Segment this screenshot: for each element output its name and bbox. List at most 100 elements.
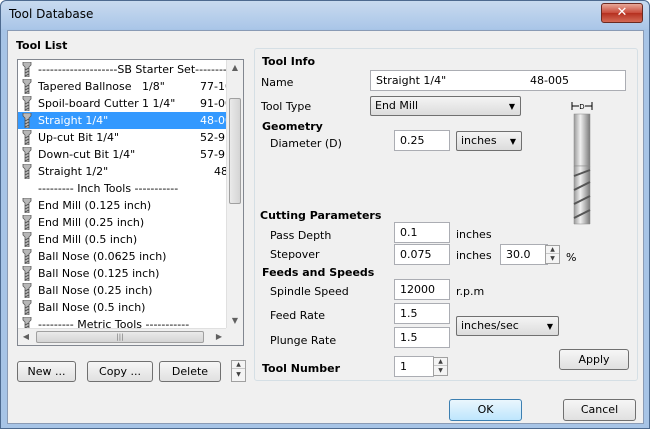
tool-icon	[22, 197, 32, 214]
tool-list-item-code: 52-91	[200, 131, 229, 144]
copy-tool-button[interactable]: Copy ...	[87, 361, 153, 382]
scroll-down-icon[interactable]: ▼	[227, 313, 243, 329]
tool-list-item-name: Up-cut Bit 1/4"	[38, 131, 120, 144]
tool-list-item[interactable]: Ball Nose (0.0625 inch)	[18, 248, 229, 265]
pass-depth-unit: inches	[456, 228, 492, 241]
tool-list-item[interactable]: Spoil-board Cutter 1 1/4" 91-00	[18, 95, 229, 112]
apply-button[interactable]: Apply	[559, 349, 629, 370]
scroll-left-icon[interactable]: ◀	[18, 329, 34, 345]
tool-number-input[interactable]: 1	[394, 356, 434, 377]
tool-list-item-code: 77-10	[200, 80, 229, 93]
tool-list-item-name: Spoil-board Cutter	[38, 97, 139, 110]
percent-sign: %	[566, 251, 577, 264]
tool-icon	[22, 248, 32, 265]
tool-list-item[interactable]: End Mill (0.5 inch)	[18, 231, 229, 248]
move-up-icon[interactable]: ▲	[232, 361, 245, 369]
stepover-input[interactable]: 0.075	[394, 244, 450, 265]
new-tool-button[interactable]: New ...	[17, 361, 76, 382]
tool-list-item-name: --------- Inch Tools -----------	[38, 182, 179, 195]
cutting-parameters-label: Cutting Parameters	[260, 209, 382, 222]
tool-icon	[22, 61, 32, 78]
cancel-button[interactable]: Cancel	[563, 399, 636, 421]
tool-list-item-name: Down-cut Bit 1/4"	[38, 148, 136, 161]
tool-list-item[interactable]: Straight 1/2" 48	[18, 163, 229, 180]
tool-list-item-name: End Mill (0.125 inch)	[38, 199, 152, 212]
close-button[interactable]: ✕	[601, 3, 643, 23]
tool-list-item-name: Tapered Ballnose	[38, 80, 132, 93]
vertical-scroll-thumb[interactable]	[229, 98, 241, 204]
reorder-spinner[interactable]: ▲ ▼	[231, 360, 246, 382]
diameter-dimension-label: D	[579, 103, 584, 111]
pass-depth-label: Pass Depth	[270, 229, 332, 242]
tool-type-value: End Mill	[375, 99, 419, 112]
tool-icon	[22, 163, 32, 180]
tool-icon	[22, 95, 32, 112]
tool-icon	[22, 129, 32, 146]
chevron-down-icon: ▼	[508, 102, 515, 111]
tool-list-item-name: End Mill (0.25 inch)	[38, 216, 145, 229]
tool-list-item-name: Straight 1/2"	[38, 165, 109, 178]
tool-list-item-size: 1/8"	[142, 80, 165, 93]
tool-list-item[interactable]: Ball Nose (0.25 inch)	[18, 282, 229, 299]
diameter-label: Diameter (D)	[270, 137, 342, 150]
vertical-scrollbar[interactable]: ▲ ▼	[226, 60, 243, 330]
pass-depth-input[interactable]: 0.1	[394, 222, 450, 243]
rate-units-select[interactable]: inches/sec ▼	[456, 316, 559, 336]
diameter-input[interactable]: 0.25	[394, 130, 450, 151]
tool-list-item[interactable]: Ball Nose (0.5 inch)	[18, 299, 229, 316]
name-label: Name	[261, 76, 294, 89]
tool-number-spinner[interactable]: ▲ ▼	[433, 357, 448, 376]
tool-icon	[22, 78, 32, 95]
tool-list-item[interactable]: Ball Nose (0.125 inch)	[18, 265, 229, 282]
tool-list-item-code: 91-00	[200, 97, 229, 110]
tool-list[interactable]: --------------------SB Starter Set------…	[17, 59, 244, 346]
chevron-down-icon: ▼	[509, 137, 516, 146]
tool-list-item-name: End Mill (0.5 inch)	[38, 233, 138, 246]
scroll-right-icon[interactable]: ▶	[211, 329, 227, 345]
plunge-rate-label: Plunge Rate	[270, 334, 337, 347]
tool-list-item[interactable]: Down-cut Bit 1/4" 57-91	[18, 146, 229, 163]
diameter-units-value: inches	[461, 134, 497, 147]
tool-list-item[interactable]: --------------------SB Starter Set------…	[18, 61, 229, 78]
tool-list-item-name: Ball Nose (0.25 inch)	[38, 284, 153, 297]
tool-list-item-code: 48-00	[200, 114, 229, 127]
stepover-label: Stepover	[270, 248, 320, 261]
window-title: Tool Database	[9, 7, 94, 21]
tool-icon	[22, 265, 32, 282]
tool-number-label: Tool Number	[262, 362, 341, 375]
tool-name-input[interactable]: Straight 1/4" 48-005	[370, 70, 626, 91]
decrement-icon[interactable]: ▼	[546, 255, 559, 263]
tool-icon	[22, 282, 32, 299]
tool-list-item[interactable]: Straight 1/4" 48-00	[18, 112, 229, 129]
spindle-speed-input[interactable]: 12000	[394, 279, 450, 300]
tool-list-item-name: Ball Nose (0.0625 inch)	[38, 250, 167, 263]
diameter-units-select[interactable]: inches ▼	[456, 131, 522, 151]
tool-list-item[interactable]: --------- Inch Tools -----------	[18, 180, 229, 197]
increment-icon[interactable]: ▲	[546, 246, 559, 254]
tool-list-label: Tool List	[16, 39, 68, 52]
geometry-label: Geometry	[262, 120, 323, 133]
stepover-percent-spinner[interactable]: ▲ ▼	[545, 245, 560, 264]
tool-list-item-size: 1 1/4"	[142, 97, 176, 110]
tool-list-item[interactable]: Up-cut Bit 1/4" 52-91	[18, 129, 229, 146]
delete-tool-button[interactable]: Delete	[159, 361, 221, 382]
ok-button[interactable]: OK	[449, 399, 522, 421]
horizontal-scrollbar[interactable]: ◀ ||| ▶	[18, 328, 228, 345]
tool-icon	[22, 231, 32, 248]
move-down-icon[interactable]: ▼	[232, 371, 245, 379]
tool-type-select[interactable]: End Mill ▼	[370, 96, 521, 116]
increment-icon[interactable]: ▲	[434, 358, 447, 366]
feed-rate-input[interactable]: 1.5	[394, 303, 450, 324]
tool-list-item-name: --------------------SB Starter Set------…	[38, 63, 229, 76]
decrement-icon[interactable]: ▼	[434, 367, 447, 375]
tool-list-item[interactable]: End Mill (0.125 inch)	[18, 197, 229, 214]
horizontal-scroll-thumb[interactable]: |||	[36, 331, 204, 343]
tool-list-item[interactable]: End Mill (0.25 inch)	[18, 214, 229, 231]
scroll-corner	[226, 328, 243, 345]
scroll-up-icon[interactable]: ▲	[227, 60, 243, 76]
tool-list-item[interactable]: Tapered Ballnose 1/8" 77-10	[18, 78, 229, 95]
stepover-percent-input[interactable]: 30.0	[500, 244, 548, 265]
plunge-rate-input[interactable]: 1.5	[394, 327, 450, 348]
spindle-speed-label: Spindle Speed	[270, 285, 349, 298]
title-bar[interactable]: Tool Database ✕	[1, 1, 649, 29]
